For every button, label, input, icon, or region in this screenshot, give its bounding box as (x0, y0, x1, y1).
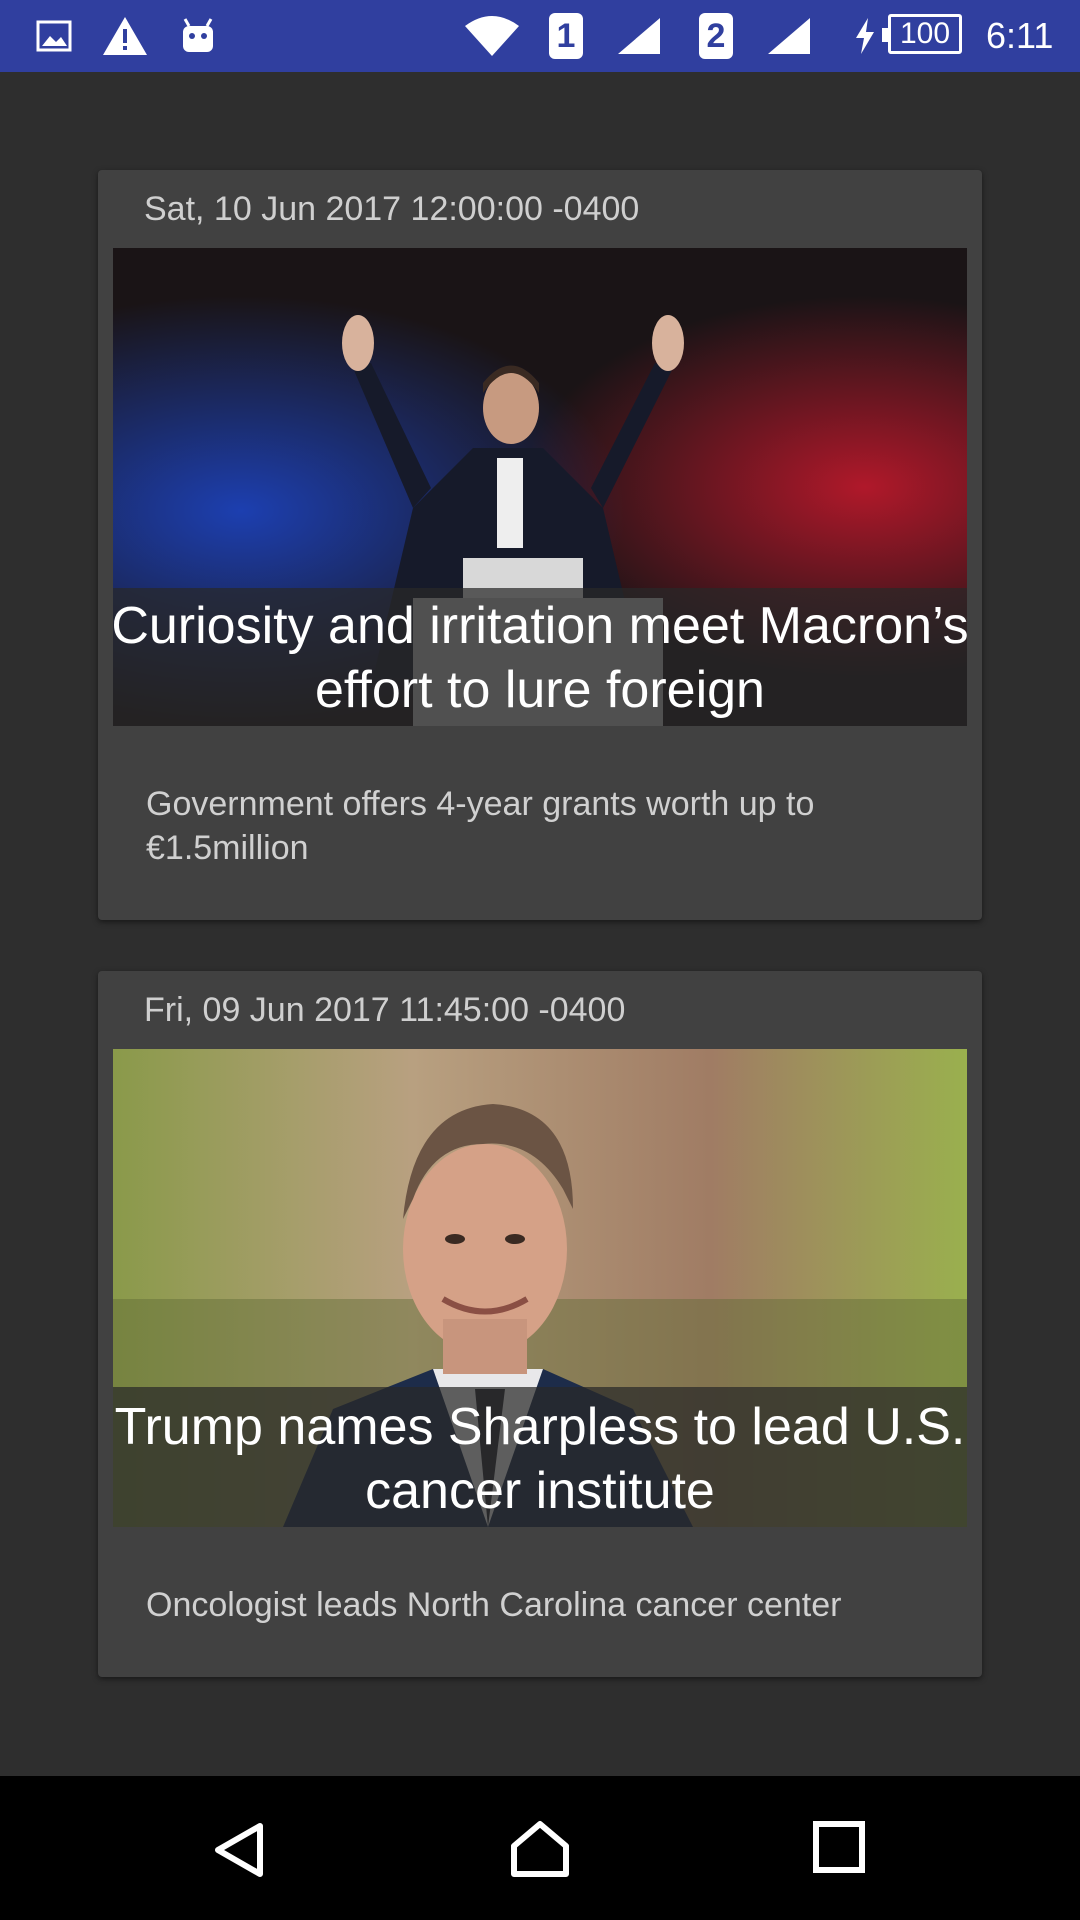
article-date: Fri, 09 Jun 2017 11:45:00 -0400 (144, 991, 626, 1029)
navigation-bar (0, 1776, 1080, 1920)
signal-icon (764, 0, 814, 72)
back-icon[interactable] (210, 1820, 270, 1880)
article-headline: Trump names Sharpless to lead U.S. cance… (114, 1398, 966, 1520)
article-summary: Government offers 4-year grants worth up… (146, 785, 815, 867)
charging-icon (850, 0, 880, 72)
article-card[interactable]: Fri, 09 Jun 2017 11:45:00 -0400 Trump na… (98, 971, 982, 1677)
article-date: Sat, 10 Jun 2017 12:00:00 -0400 (144, 190, 640, 228)
sim2-badge: 2 (699, 13, 733, 59)
status-bar: 1 2 100 6:11 (0, 0, 1080, 72)
article-headline: Curiosity and irritation meet Macron’s e… (111, 597, 969, 719)
sim1-badge: 1 (549, 13, 583, 59)
home-icon[interactable] (508, 1816, 572, 1880)
android-icon (178, 0, 218, 72)
article-summary: Oncologist leads North Carolina cancer c… (146, 1586, 842, 1624)
sim2-icon: 2 (696, 0, 736, 72)
clock: 6:11 (986, 15, 1054, 56)
article-card[interactable]: Sat, 10 Jun 2017 12:00:00 -0400 Curiosit… (98, 170, 982, 920)
battery-icon: 100 (882, 14, 962, 54)
recents-icon[interactable] (812, 1820, 868, 1876)
battery-level: 100 (899, 17, 951, 50)
image-icon (34, 0, 74, 72)
wifi-icon (462, 0, 522, 72)
sim1-icon: 1 (546, 0, 586, 72)
signal-icon (614, 0, 664, 72)
warning-icon (100, 0, 150, 72)
